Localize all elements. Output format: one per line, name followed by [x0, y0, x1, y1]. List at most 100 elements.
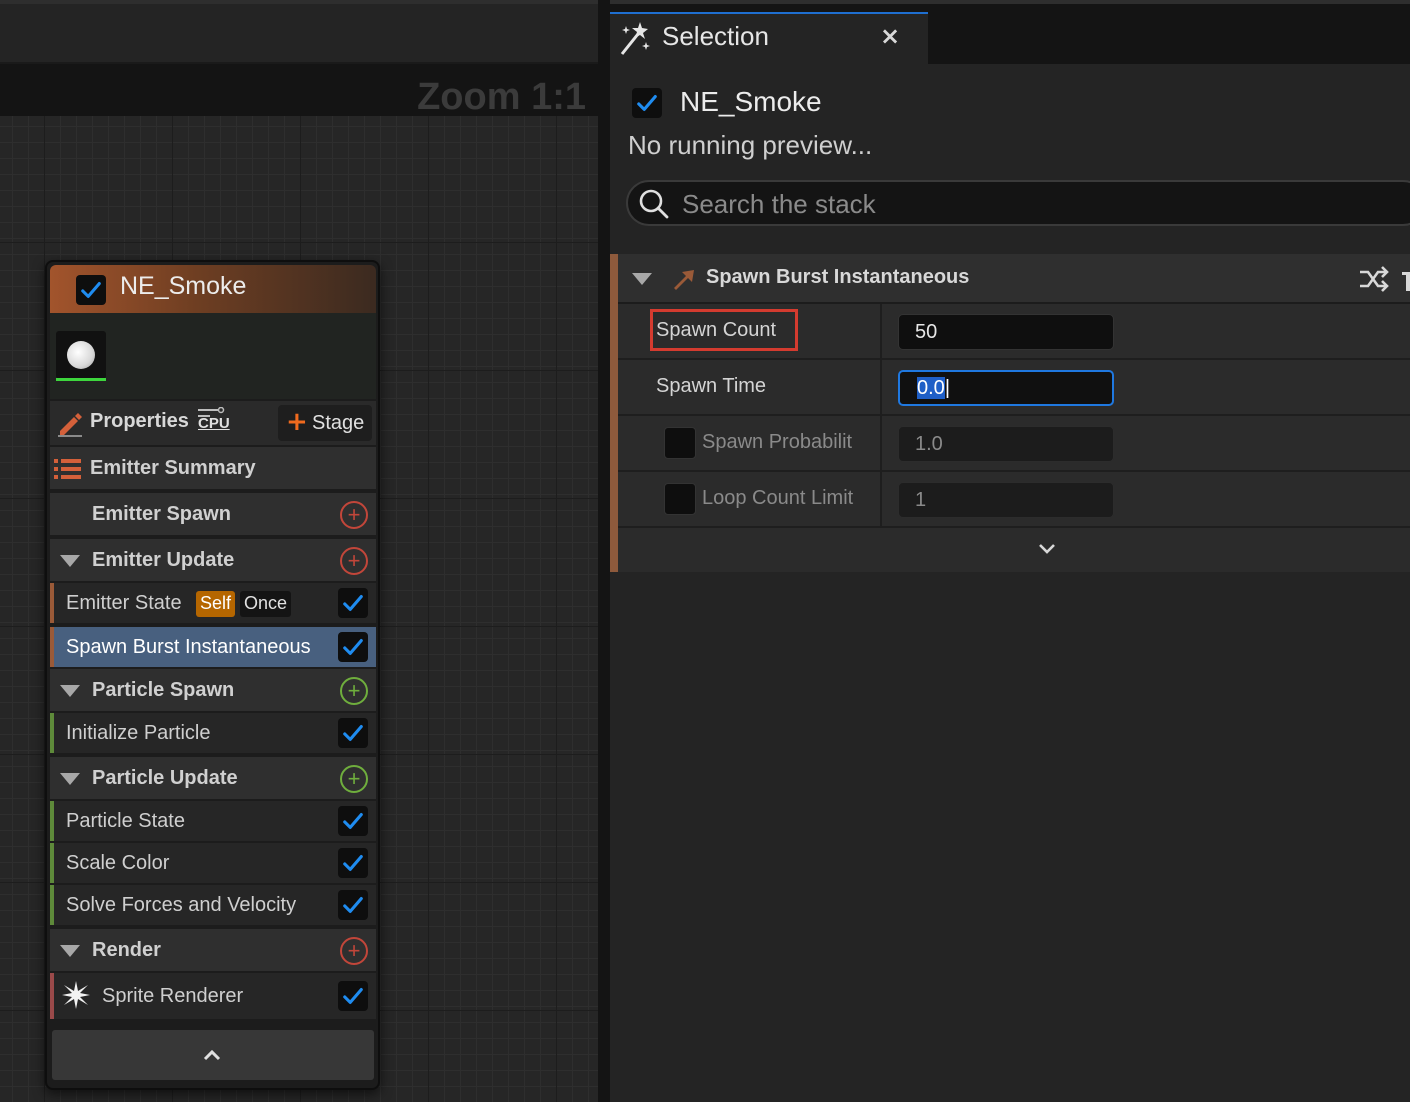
- param-name: Loop Count Limit: [702, 487, 854, 509]
- sparkle-wand-icon: [620, 22, 650, 55]
- zoom-label: Zoom 1:1: [417, 76, 586, 118]
- collapse-triangle-icon[interactable]: [60, 555, 80, 567]
- check-icon: [343, 988, 363, 1004]
- spawn-probability-field[interactable]: 1.0: [898, 426, 1114, 462]
- plus-icon: +: [347, 548, 361, 573]
- pencil-icon: [58, 413, 82, 437]
- search-box[interactable]: [626, 180, 1410, 226]
- plus-icon: +: [347, 766, 361, 791]
- expand-advanced-button[interactable]: [618, 528, 1410, 572]
- sim-target-label: CPU: [198, 415, 230, 432]
- module-emitter-state[interactable]: Emitter State Self Once: [50, 581, 376, 623]
- spawn-probability-checkbox[interactable]: [664, 427, 696, 459]
- section-render[interactable]: Render +: [50, 927, 376, 971]
- chevron-up-icon: [203, 1049, 221, 1061]
- shuffle-icon[interactable]: [1358, 264, 1390, 294]
- add-module-button[interactable]: +: [340, 547, 368, 575]
- node-enable-checkbox[interactable]: [76, 275, 106, 305]
- module-enable-checkbox[interactable]: [338, 806, 368, 836]
- module-sprite-renderer[interactable]: Sprite Renderer: [50, 971, 376, 1019]
- properties-row[interactable]: Properties CPU + Stage: [50, 401, 376, 445]
- node-header[interactable]: NE_Smoke: [50, 265, 376, 313]
- plus-icon: +: [347, 678, 361, 703]
- plus-icon: +: [347, 502, 361, 527]
- graph-toolbar: [0, 0, 600, 64]
- param-row-spawn-count: Spawn Count 50: [618, 304, 1410, 360]
- section-label: Particle Update: [92, 767, 238, 789]
- module-particle-state[interactable]: Particle State: [50, 799, 376, 841]
- collapse-triangle-icon[interactable]: [60, 945, 80, 957]
- module-enable-checkbox[interactable]: [338, 848, 368, 878]
- search-input[interactable]: [682, 186, 1382, 222]
- module-scale-color[interactable]: Scale Color: [50, 841, 376, 883]
- plus-icon: +: [286, 407, 308, 437]
- check-icon: [343, 813, 363, 829]
- param-row-loop-count-limit: Loop Count Limit 1: [618, 472, 1410, 528]
- module-enable-checkbox[interactable]: [338, 890, 368, 920]
- module-label: Particle State: [66, 810, 185, 832]
- particle-ball-icon: [67, 341, 95, 369]
- section-emitter-summary[interactable]: Emitter Summary: [50, 445, 376, 489]
- module-label: Sprite Renderer: [102, 985, 244, 1007]
- panel-splitter[interactable]: [598, 0, 610, 1102]
- node-collapse-button[interactable]: [52, 1030, 374, 1080]
- add-stage-button[interactable]: + Stage: [278, 405, 372, 441]
- module-spawn-burst-instantaneous[interactable]: Spawn Burst Instantaneous: [50, 625, 376, 667]
- add-module-button[interactable]: +: [340, 501, 368, 529]
- badge-once: Once: [240, 591, 292, 617]
- check-icon: [343, 639, 363, 655]
- selection-enable-checkbox[interactable]: [632, 88, 662, 118]
- collapse-triangle-icon[interactable]: [632, 273, 652, 285]
- spawn-count-field[interactable]: 50: [898, 314, 1114, 350]
- module-color-bar: [50, 583, 54, 623]
- module-initialize-particle[interactable]: Initialize Particle: [50, 711, 376, 753]
- loop-count-limit-field[interactable]: 1: [898, 482, 1114, 518]
- emitter-node[interactable]: NE_Smoke Properties CPU + Stage Emitter …: [45, 260, 380, 1090]
- module-enable-checkbox[interactable]: [338, 588, 368, 618]
- graph-canvas[interactable]: Zoom 1:1 NE_Smoke Properties CPU + Stage…: [0, 0, 600, 1102]
- list-icon: [54, 459, 81, 479]
- badge-self: Self: [196, 591, 236, 617]
- close-icon[interactable]: ×: [880, 22, 900, 50]
- collapse-triangle-icon[interactable]: [60, 773, 80, 785]
- module-enable-checkbox[interactable]: [338, 981, 368, 1011]
- module-enable-checkbox[interactable]: [338, 632, 368, 662]
- particle-thumbnail[interactable]: [56, 331, 106, 381]
- section-emitter-spawn[interactable]: Emitter Spawn +: [50, 491, 376, 535]
- section-label: Emitter Update: [92, 549, 235, 571]
- tab-selection[interactable]: Selection ×: [610, 12, 928, 64]
- stage-button-label: Stage: [312, 412, 365, 434]
- section-particle-spawn[interactable]: Particle Spawn +: [50, 667, 376, 711]
- module-color-bar: [50, 973, 54, 1019]
- trash-icon[interactable]: [1398, 264, 1410, 294]
- check-icon: [81, 282, 101, 298]
- check-icon: [343, 855, 363, 871]
- module-label: Spawn Burst Instantaneous: [66, 636, 311, 658]
- loop-count-limit-checkbox[interactable]: [664, 483, 696, 515]
- section-label: Emitter Summary: [90, 457, 256, 479]
- search-icon: [639, 189, 669, 219]
- collapse-triangle-icon[interactable]: [60, 685, 80, 697]
- chevron-down-icon: [1039, 544, 1055, 554]
- add-module-button[interactable]: +: [340, 677, 368, 705]
- section-emitter-update[interactable]: Emitter Update +: [50, 537, 376, 581]
- tab-title: Selection: [662, 21, 769, 51]
- module-label: Emitter State: [66, 592, 182, 614]
- add-module-button[interactable]: +: [340, 765, 368, 793]
- module-solve-forces-and-velocity[interactable]: Solve Forces and Velocity: [50, 883, 376, 925]
- check-icon: [343, 725, 363, 741]
- properties-label: Properties: [90, 410, 189, 432]
- module-color-bar: [50, 885, 54, 925]
- tab-bar: Selection ×: [610, 0, 1410, 64]
- add-module-button[interactable]: +: [340, 937, 368, 965]
- module-details-card: Spawn Burst Instantaneous Spawn Count 50…: [610, 254, 1410, 572]
- selected-text: 0.0: [917, 377, 945, 399]
- module-enable-checkbox[interactable]: [338, 718, 368, 748]
- section-particle-update[interactable]: Particle Update +: [50, 755, 376, 799]
- param-row-spawn-time: Spawn Time 0.0|: [618, 360, 1410, 416]
- param-name: Spawn Probabilit: [702, 431, 853, 453]
- highlight-box: [650, 309, 798, 351]
- spawn-time-field[interactable]: 0.0|: [898, 370, 1114, 406]
- module-details-header[interactable]: Spawn Burst Instantaneous: [618, 254, 1410, 304]
- section-label: Particle Spawn: [92, 679, 235, 701]
